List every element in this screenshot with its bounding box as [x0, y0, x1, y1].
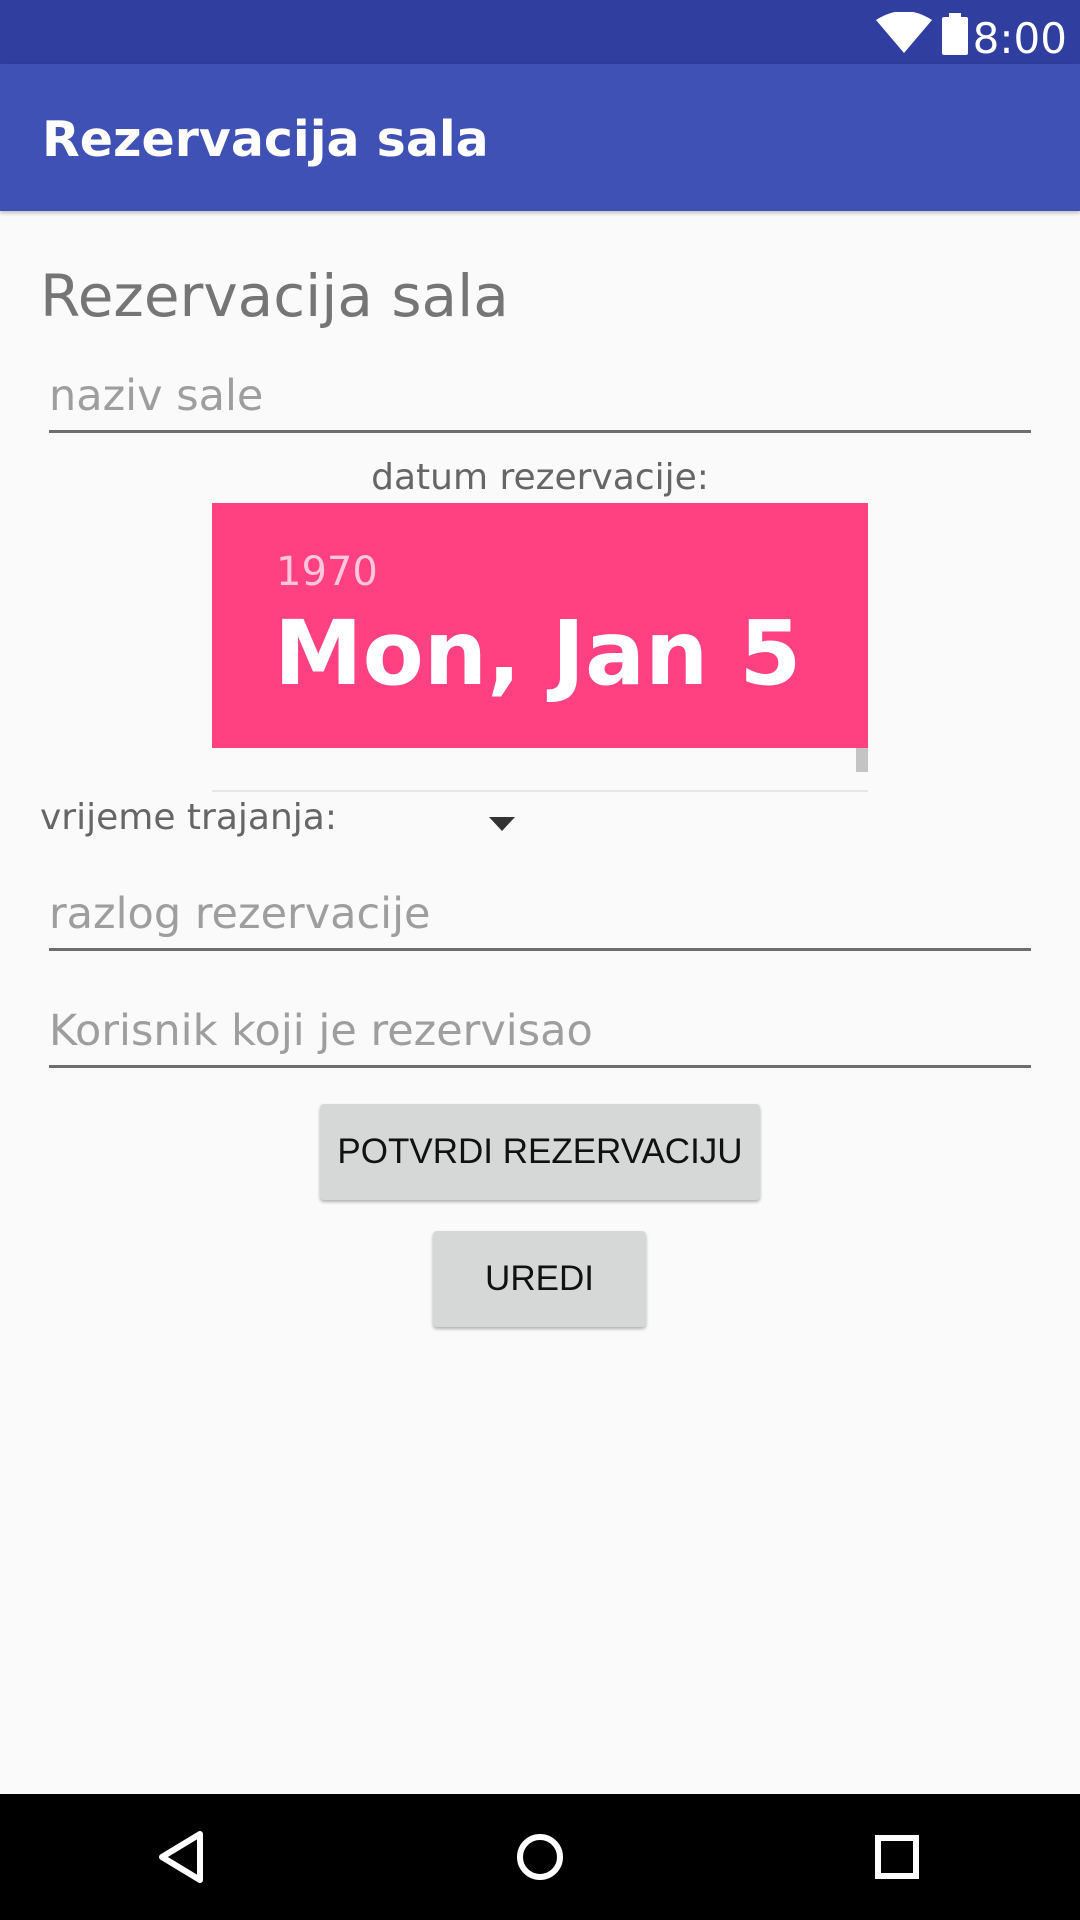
reason-placeholder: razlog rezervacije	[49, 889, 431, 939]
user-placeholder: Korisnik koji je rezervisao	[49, 1006, 593, 1056]
date-label: datum rezervacije:	[371, 457, 709, 498]
status-bar: 8:00	[0, 0, 1080, 64]
back-icon[interactable]	[150, 1824, 216, 1890]
screen: 8:00 Rezervacija sala Rezervacija sala n…	[0, 0, 1080, 1920]
confirm-reservation-button[interactable]: POTVRDI REZERVACIJU	[320, 1104, 760, 1200]
edit-button[interactable]: UREDI	[433, 1231, 646, 1327]
reason-field[interactable]: razlog rezervacije	[49, 870, 1031, 951]
recents-icon[interactable]	[864, 1824, 930, 1890]
navigation-bar	[0, 1794, 1080, 1920]
wifi-icon	[876, 11, 932, 58]
status-time: 8:00	[972, 14, 1067, 63]
room-name-placeholder: naziv sale	[49, 371, 264, 421]
duration-label: vrijeme trajanja:	[40, 797, 337, 838]
page-title: Rezervacija sala	[40, 262, 509, 330]
date-picker[interactable]: 1970 Mon, Jan 5	[212, 503, 868, 792]
date-picker-header: 1970 Mon, Jan 5	[212, 503, 868, 748]
date-picker-scrollbar[interactable]	[856, 748, 868, 772]
dropdown-arrow-icon	[489, 817, 515, 831]
duration-spinner[interactable]	[470, 800, 530, 850]
app-bar-title: Rezervacija sala	[42, 111, 489, 168]
app-bar: Rezervacija sala	[0, 64, 1080, 211]
user-field[interactable]: Korisnik koji je rezervisao	[49, 987, 1031, 1068]
date-picker-selected-date[interactable]: Mon, Jan 5	[274, 601, 801, 705]
date-picker-year[interactable]: 1970	[276, 547, 378, 597]
room-name-field[interactable]: naziv sale	[49, 352, 1031, 433]
date-picker-calendar[interactable]	[212, 748, 868, 792]
home-icon[interactable]	[507, 1824, 573, 1890]
battery-icon	[940, 13, 970, 59]
